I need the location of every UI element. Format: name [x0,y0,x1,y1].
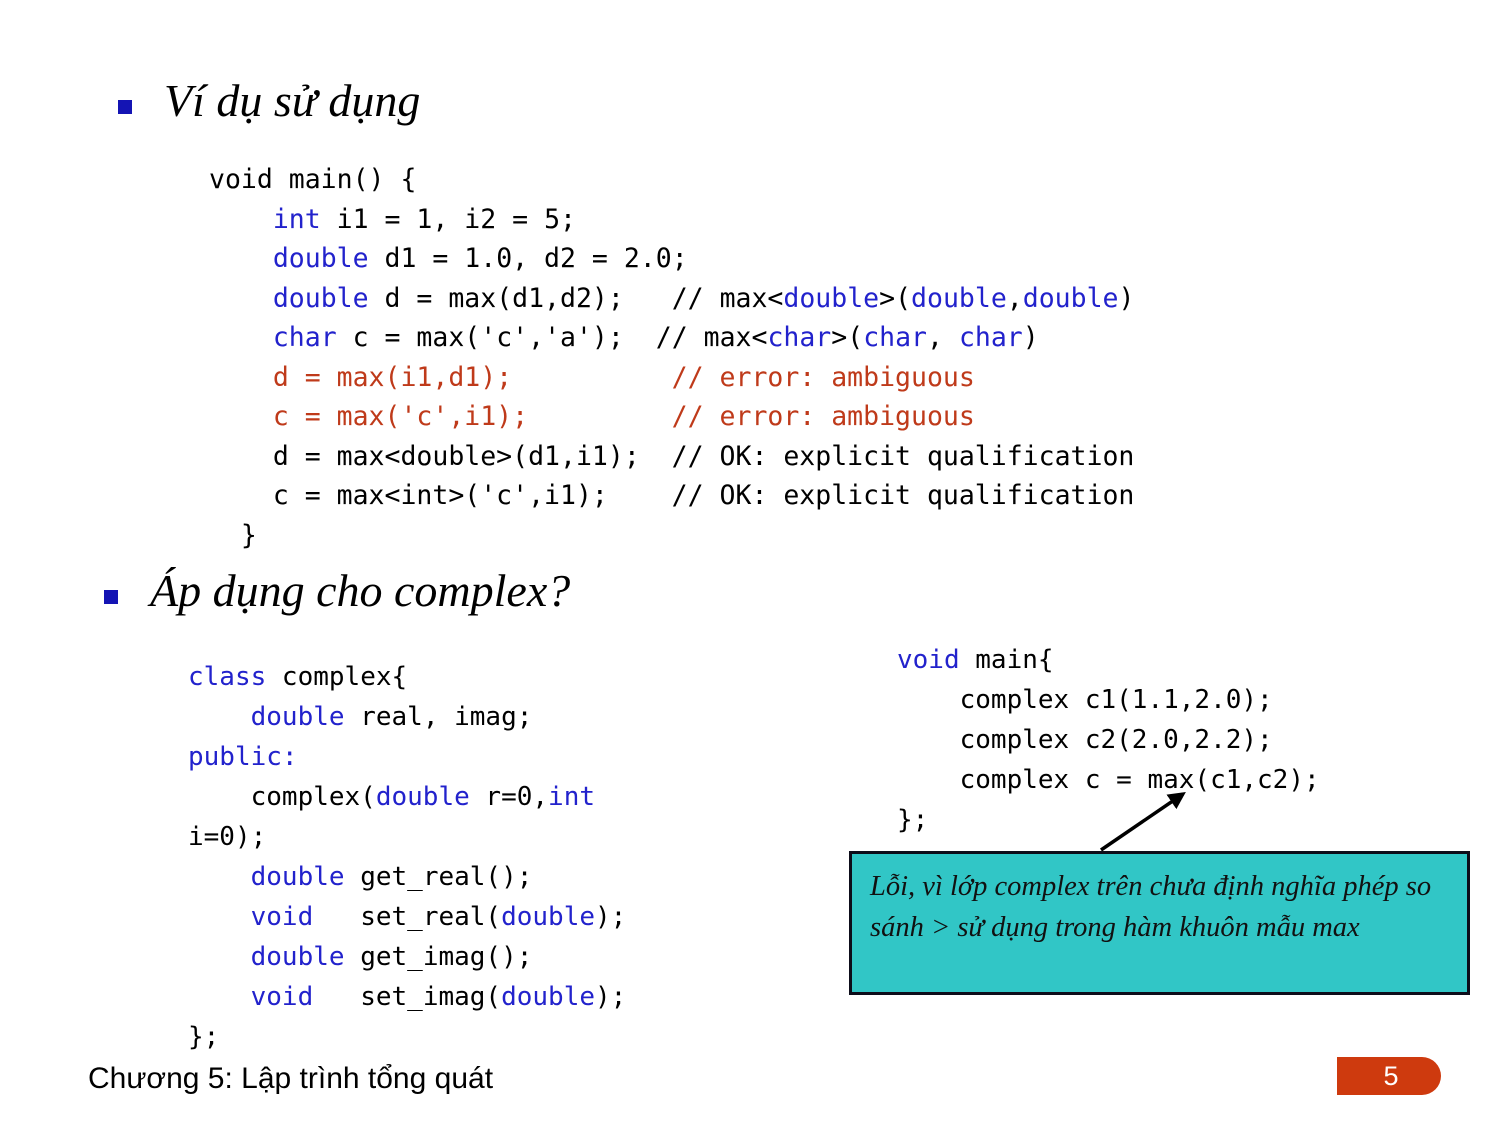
code-line: void main() { [209,164,417,195]
heading-2-label: Áp dụng cho complex? [150,565,571,616]
code-block-main-example: void main() { int i1 = 1, i2 = 5; double… [209,160,1134,555]
code-line: double get_imag(); [250,942,533,972]
code-line: class complex{ [188,662,408,692]
footer-chapter-label: Chương 5: Lập trình tổng quát [88,1062,494,1095]
code-line: }; [897,805,929,835]
code-line: double get_real(); [250,862,533,892]
code-line: complex(double r=0,int [188,782,596,812]
code-line: } [209,519,257,551]
page-number-badge: 5 [1337,1057,1441,1095]
code-line: char c = max('c','a'); // max<char>(char… [272,322,1039,353]
callout-box: Lỗi, vì lớp complex trên chưa định nghĩa… [849,851,1470,995]
code-line: complex c = max(c1,c2); [897,765,1320,795]
code-line: c = max('c',i1); // error: ambiguous [209,401,975,432]
code-line: d = max<double>(d1,i1); // OK: explicit … [209,440,1135,472]
heading-vi-du-su-dung: Ví dụ sử dụng [118,78,420,124]
code-line: void main{ [897,645,1054,675]
code-line: complex c2(2.0,2.2); [897,725,1273,755]
code-line: d = max(i1,d1); // error: ambiguous [209,361,975,393]
code-line: c = max<int>('c',i1); // OK: explicit qu… [209,480,1135,511]
bullet-square-icon [118,100,132,114]
heading-ap-dung-cho-complex: Áp dụng cho complex? [104,568,570,614]
bullet-square-icon [104,590,118,604]
code-line: int i1 = 1, i2 = 5; [272,203,576,235]
heading-1-label: Ví dụ sử dụng [164,75,421,126]
code-line: void set_imag(double); [250,982,627,1012]
slide: Ví dụ sử dụng void main() { int i1 = 1, … [0,0,1499,1124]
callout-text: Lỗi, vì lớp complex trên chưa định nghĩa… [870,871,1432,943]
code-line: i=0); [188,822,267,852]
code-line: complex c1(1.1,2.0); [897,685,1273,715]
code-line: double d1 = 1.0, d2 = 2.0; [272,243,688,274]
page-number-label: 5 [1383,1060,1399,1091]
code-line: double real, imag; [250,702,533,732]
code-line: double d = max(d1,d2); // max<double>(do… [272,282,1135,314]
code-line: void set_real(double); [250,902,627,932]
code-block-complex-main: void main{ complex c1(1.1,2.0); complex … [897,640,1320,840]
code-line: }; [188,1022,220,1052]
code-block-complex-class: class complex{ double real, imag; public… [188,657,626,1057]
code-line: public: [188,742,298,772]
